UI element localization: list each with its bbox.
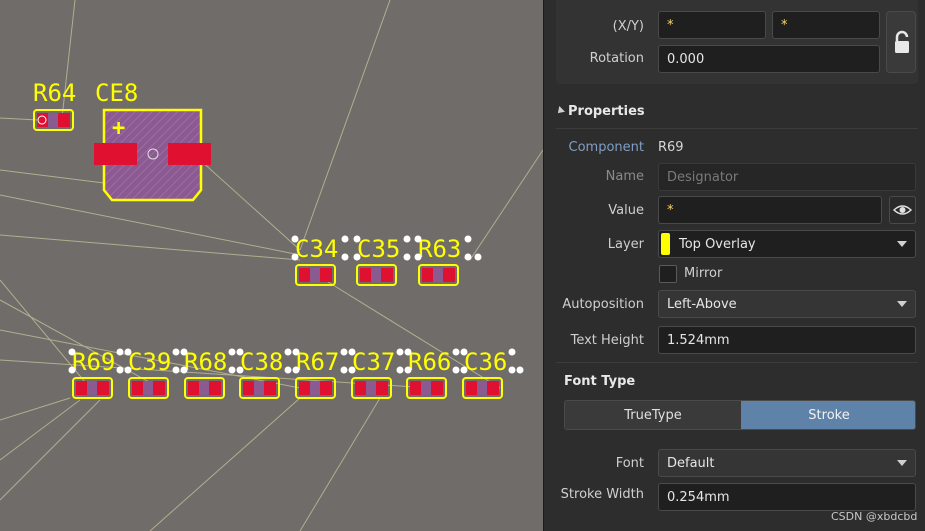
stroke-width-input[interactable]: 0.254mm <box>658 483 916 511</box>
component-r66[interactable] <box>406 377 447 399</box>
component-r64[interactable] <box>33 109 74 131</box>
collapse-triangle-icon[interactable] <box>555 106 565 116</box>
component-ce8[interactable]: + <box>94 108 211 202</box>
visibility-toggle-button[interactable] <box>889 196 916 224</box>
autoposition-value: Left-Above <box>667 297 737 312</box>
canvas-background <box>0 0 543 531</box>
stroke-width-label: Stroke Width <box>560 487 644 502</box>
watermark: CSDN @xbdcbd <box>831 510 918 523</box>
lock-icon <box>895 30 909 53</box>
font-type-title: Font Type <box>564 374 636 389</box>
section-divider <box>556 128 918 129</box>
layer-color-swatch <box>661 233 670 255</box>
font-select[interactable]: Default <box>658 449 916 477</box>
autoposition-label: Autoposition <box>562 297 644 312</box>
font-select-value: Default <box>667 456 715 471</box>
designator-r63[interactable]: R63 <box>418 235 461 263</box>
chevron-down-icon <box>897 301 907 307</box>
designator-c35[interactable]: C35 <box>357 235 400 263</box>
component-c38[interactable] <box>239 377 280 399</box>
designator-c34[interactable]: C34 <box>295 235 338 263</box>
component-value: R69 <box>658 140 684 155</box>
component-c35[interactable] <box>356 264 397 286</box>
eye-icon <box>892 205 913 215</box>
designator-c39[interactable]: C39 <box>128 348 171 376</box>
designator-ce8[interactable]: CE8 <box>95 79 138 107</box>
component-r63[interactable] <box>418 264 459 286</box>
font-type-stroke-button[interactable]: Stroke <box>741 401 915 429</box>
text-height-label: Text Height <box>570 333 644 348</box>
lock-button[interactable] <box>886 11 916 73</box>
properties-section-title[interactable]: Properties <box>568 104 645 119</box>
layer-select[interactable]: Top Overlay <box>658 230 916 258</box>
polarity-plus-icon: + <box>112 116 125 141</box>
component-r68[interactable] <box>184 377 225 399</box>
component-label: Component <box>568 140 644 155</box>
chevron-down-icon <box>897 460 907 466</box>
value-input[interactable]: * <box>658 196 882 224</box>
designator-c37[interactable]: C37 <box>352 348 395 376</box>
value-label: Value <box>608 203 644 218</box>
name-label: Name <box>605 169 644 184</box>
designator-r67[interactable]: R67 <box>296 348 339 376</box>
designator-r68[interactable]: R68 <box>184 348 227 376</box>
mirror-label: Mirror <box>684 266 723 281</box>
designator-c36[interactable]: C36 <box>464 348 507 376</box>
font-type-segmented-control: TrueType Stroke <box>564 400 916 430</box>
component-c36[interactable] <box>462 377 503 399</box>
designator-r69[interactable]: R69 <box>72 348 115 376</box>
x-input[interactable]: * <box>658 11 766 39</box>
chevron-down-icon <box>897 241 907 247</box>
mirror-checkbox[interactable] <box>659 265 677 283</box>
designator-c38[interactable]: C38 <box>240 348 283 376</box>
layer-label: Layer <box>607 237 644 252</box>
selected-designators-row-1[interactable]: C34 C35 R63 <box>291 235 482 263</box>
properties-panel: (X/Y) * * Rotation 0.000 Properties Comp… <box>543 0 925 531</box>
component-r67[interactable] <box>295 377 336 399</box>
text-height-input[interactable]: 1.524mm <box>658 326 916 354</box>
rotation-label: Rotation <box>589 51 644 66</box>
designator-r66[interactable]: R66 <box>408 348 451 376</box>
layer-select-value: Top Overlay <box>679 237 756 252</box>
font-label: Font <box>615 456 644 471</box>
name-input: Designator <box>658 163 916 191</box>
component-c34[interactable] <box>295 264 336 286</box>
y-input[interactable]: * <box>772 11 880 39</box>
designator-r64[interactable]: R64 <box>33 79 76 107</box>
font-type-truetype-button[interactable]: TrueType <box>565 401 741 429</box>
section-divider <box>556 362 918 363</box>
component-r69[interactable] <box>72 377 113 399</box>
rotation-input[interactable]: 0.000 <box>658 45 880 73</box>
component-c37[interactable] <box>351 377 392 399</box>
component-c39[interactable] <box>128 377 169 399</box>
autoposition-select[interactable]: Left-Above <box>658 290 916 318</box>
xy-label: (X/Y) <box>612 19 644 34</box>
